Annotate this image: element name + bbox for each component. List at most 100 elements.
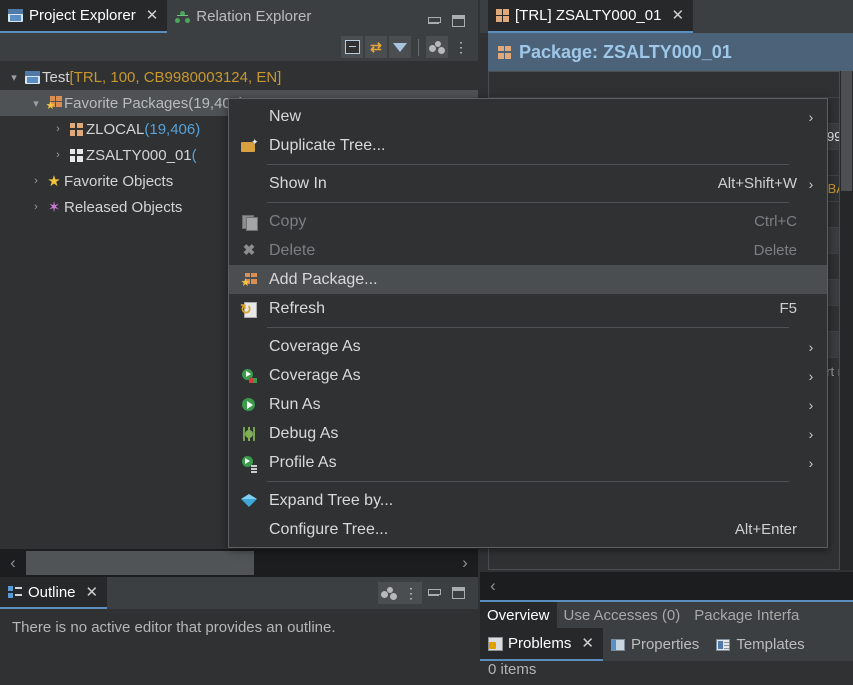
maximize-button[interactable] — [452, 587, 465, 599]
form-field[interactable] — [489, 72, 839, 98]
maximize-button[interactable] — [452, 15, 465, 27]
menu-item-coverage-as-2[interactable]: Coverage As › — [229, 361, 827, 390]
minimize-button[interactable] — [428, 589, 441, 596]
debug-icon — [229, 426, 269, 441]
menu-item-label: Duplicate Tree... — [269, 136, 386, 154]
minimize-button[interactable] — [428, 17, 441, 24]
tab-problems-label: Problems — [508, 635, 572, 652]
twisty-icon[interactable]: › — [50, 149, 66, 161]
outline-tab-bar: Outline ✕ ⋮ — [0, 577, 478, 609]
tab-templates[interactable]: Templates — [708, 628, 813, 661]
package-orange-icon — [66, 122, 86, 136]
collapse-all-icon[interactable] — [341, 36, 363, 58]
menu-item-copy[interactable]: Copy Ctrl+C — [229, 207, 827, 236]
tab-outline-label: Outline — [28, 583, 76, 601]
package-orange-icon — [498, 45, 511, 59]
outline-empty-message: There is no active editor that provides … — [12, 619, 336, 636]
tree-item-count: ( — [191, 146, 197, 164]
menu-item-add-package[interactable]: ★ Add Package... — [229, 265, 827, 294]
delete-icon: ✖ — [242, 242, 256, 259]
editor-header-title: Package: ZSALTY000_01 — [519, 41, 732, 62]
twisty-icon[interactable]: › — [28, 175, 44, 187]
menu-item-debug-as[interactable]: Debug As › — [229, 419, 827, 448]
menu-item-new[interactable]: New › — [229, 102, 827, 131]
twisty-icon[interactable]: › — [50, 123, 66, 135]
view-menu-icon[interactable]: ⋮ — [450, 36, 472, 58]
tab-overview[interactable]: Overview — [480, 602, 557, 628]
tab-project-explorer-label: Project Explorer — [29, 7, 136, 24]
editor-vertical-scrollbar[interactable] — [840, 71, 853, 570]
tab-properties[interactable]: Properties — [603, 628, 708, 661]
close-icon[interactable]: ✕ — [581, 636, 594, 651]
menu-item-expand-tree-by[interactable]: Expand Tree by... — [229, 486, 827, 515]
tree-item-test[interactable]: ▾ Test [TRL, 100, CB9980003124, EN] — [0, 64, 478, 90]
favorite-packages-icon: ★ — [44, 96, 64, 112]
tree-item-label: Favorite Packages — [64, 94, 189, 112]
menu-item-run-as[interactable]: Run As › — [229, 390, 827, 419]
view-menu-icon[interactable]: ⋮ — [400, 582, 422, 604]
twisty-icon[interactable]: ▾ — [28, 97, 44, 110]
tab-use-accesses[interactable]: Use Accesses (0) — [557, 602, 688, 628]
open-perspective-icon[interactable] — [378, 582, 400, 604]
twisty-icon[interactable]: › — [28, 201, 44, 213]
tree-horizontal-scrollbar[interactable]: ‹ › — [0, 549, 478, 577]
close-icon[interactable]: ✕ — [671, 8, 684, 23]
scroll-left-icon[interactable]: ‹ — [480, 576, 506, 596]
menu-item-coverage-as-1[interactable]: Coverage As › — [229, 332, 827, 361]
menu-item-label: Debug As — [269, 424, 339, 442]
coverage-icon — [229, 368, 269, 383]
add-package-icon: ★ — [229, 272, 269, 288]
duplicate-tree-icon — [229, 137, 269, 153]
scroll-left-icon[interactable]: ‹ — [0, 553, 26, 573]
menu-separator — [267, 327, 789, 328]
close-icon[interactable]: ✕ — [86, 585, 99, 600]
menu-item-label: Copy — [269, 212, 307, 230]
scrollbar-thumb[interactable] — [26, 551, 254, 575]
link-with-editor-icon[interactable]: ⇄ — [365, 36, 387, 58]
menu-item-label: Expand Tree by... — [269, 491, 394, 509]
gear-icon: ✶ — [47, 198, 61, 216]
editor-horizontal-scrollbar[interactable]: ‹ — [480, 572, 853, 600]
tab-outline[interactable]: Outline ✕ — [0, 577, 108, 609]
problems-item-count: 0 items — [480, 661, 853, 685]
explorer-toolbar: ⇄ ⋮ — [0, 33, 478, 66]
chevron-right-icon: › — [808, 367, 814, 384]
menu-separator — [267, 164, 789, 165]
outline-window-buttons — [428, 587, 478, 599]
explorer-window-buttons — [428, 15, 478, 33]
open-perspective-icon[interactable] — [426, 36, 448, 58]
filter-icon[interactable] — [389, 36, 411, 66]
menu-item-delete[interactable]: ✖ Delete Delete — [229, 236, 827, 265]
tab-zsalty000-01-editor[interactable]: [TRL] ZSALTY000_01 ✕ — [488, 0, 694, 33]
menu-item-profile-as[interactable]: Profile As › — [229, 448, 827, 477]
menu-item-accelerator: Ctrl+C — [754, 213, 797, 230]
copy-icon — [229, 214, 269, 231]
toolbar-separator — [418, 38, 419, 56]
tab-problems[interactable]: Problems ✕ — [480, 628, 603, 661]
relation-explorer-icon — [175, 10, 191, 23]
close-icon[interactable]: ✕ — [146, 8, 159, 23]
run-icon — [229, 397, 269, 412]
menu-separator — [267, 481, 789, 482]
tab-relation-explorer[interactable]: Relation Explorer — [167, 0, 320, 33]
menu-item-label: New — [269, 107, 302, 125]
chevron-right-icon: › — [808, 396, 814, 413]
expand-tree-icon — [229, 494, 269, 507]
menu-item-label: Add Package... — [269, 270, 378, 288]
tab-package-interfaces[interactable]: Package Interfa — [687, 602, 806, 628]
menu-item-label: Show In — [269, 174, 327, 192]
scrollbar-thumb[interactable] — [841, 71, 852, 191]
tree-item-label: Released Objects — [64, 198, 183, 216]
menu-item-duplicate-tree[interactable]: Duplicate Tree... — [229, 131, 827, 160]
twisty-icon[interactable]: ▾ — [6, 71, 22, 84]
outline-icon — [8, 586, 22, 598]
scrollbar-track[interactable] — [26, 550, 452, 576]
menu-item-show-in[interactable]: Show In Alt+Shift+W › — [229, 169, 827, 198]
menu-item-accelerator: Alt+Enter — [734, 521, 797, 538]
menu-item-configure-tree[interactable]: Configure Tree... Alt+Enter — [229, 515, 827, 544]
tree-item-label: ZSALTY000_01 — [86, 146, 192, 164]
tree-context-menu: New › Duplicate Tree... Show In Alt+Shif… — [228, 98, 828, 548]
scroll-right-icon[interactable]: › — [452, 553, 478, 573]
tab-project-explorer[interactable]: Project Explorer ✕ — [0, 0, 168, 33]
menu-item-refresh[interactable]: Refresh F5 — [229, 294, 827, 323]
